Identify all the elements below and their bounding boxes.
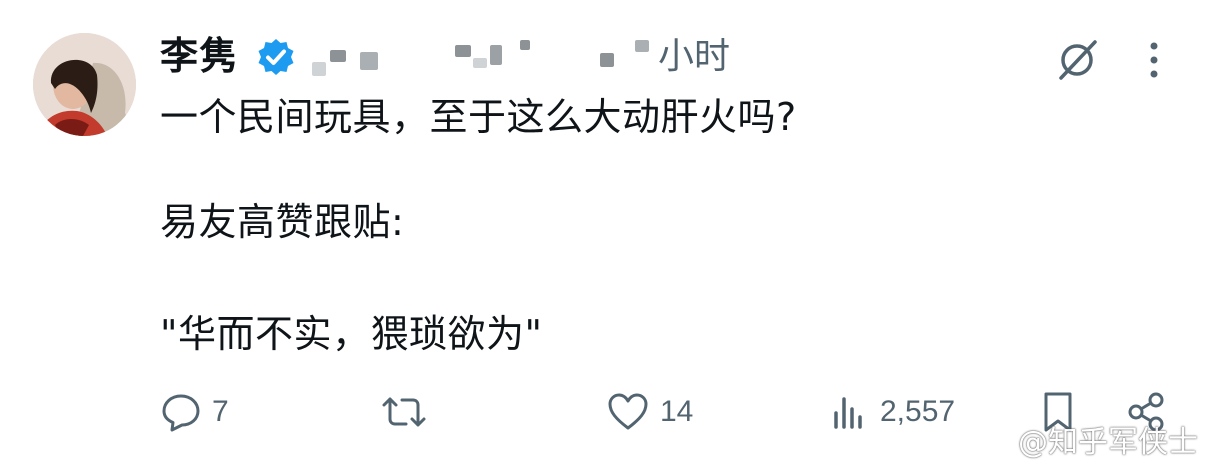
avatar-image — [33, 33, 136, 136]
timestamp[interactable]: 小时 — [658, 34, 730, 80]
heart-icon — [608, 393, 648, 430]
watermark: @知乎军侠士 — [1018, 425, 1198, 460]
reply-icon — [162, 394, 200, 432]
views-chart-icon — [834, 397, 862, 429]
post-card[interactable]: 李隽 小时 一个民间玩具，至于这么大动肝火吗? 易友高赞跟贴: "华而不实，猥琐… — [0, 0, 1206, 467]
author-name[interactable]: 李隽 — [160, 32, 238, 80]
repost-icon — [382, 397, 426, 427]
like-button[interactable]: 14 — [606, 388, 693, 436]
post-text-line: 一个民间玩具，至于这么大动肝火吗? — [160, 95, 797, 139]
more-vertical-icon[interactable] — [1140, 38, 1168, 82]
grok-icon[interactable] — [1055, 38, 1099, 82]
repost-button[interactable] — [380, 388, 438, 436]
like-count: 14 — [660, 395, 694, 428]
views-count: 2,557 — [880, 395, 956, 428]
verified-badge-icon — [258, 39, 294, 75]
reply-count: 7 — [212, 395, 229, 428]
avatar[interactable] — [33, 33, 136, 136]
reply-button[interactable]: 7 — [160, 388, 229, 436]
views-button[interactable]: 2,557 — [830, 388, 955, 436]
post-text-line: 易友高赞跟贴: — [160, 200, 405, 244]
post-text-line: "华而不实，猥琐欲为" — [160, 312, 543, 356]
